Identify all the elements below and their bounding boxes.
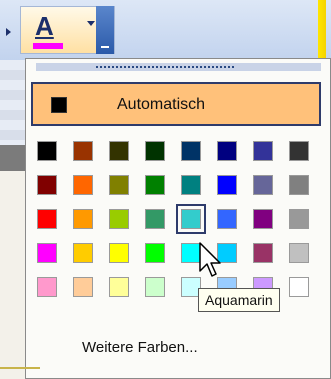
color-swatch[interactable] (181, 141, 201, 161)
color-swatch[interactable] (181, 175, 201, 195)
color-swatch[interactable] (217, 209, 237, 229)
dropdown-arrow-icon[interactable] (87, 21, 95, 26)
grip-dots-icon (96, 66, 236, 68)
toolbar-overflow-button[interactable] (96, 6, 114, 54)
color-swatch[interactable] (289, 141, 309, 161)
color-swatch[interactable] (253, 243, 273, 263)
automatic-swatch (51, 97, 67, 113)
color-tooltip: Aquamarin (198, 288, 280, 312)
color-swatch[interactable] (289, 209, 309, 229)
color-swatch[interactable] (37, 209, 57, 229)
automatic-label: Automatisch (117, 96, 206, 113)
color-swatch[interactable] (176, 204, 206, 234)
decorative-line (0, 367, 40, 369)
font-color-icon[interactable]: A (29, 11, 73, 49)
color-swatch[interactable] (145, 141, 165, 161)
color-swatch[interactable] (37, 141, 57, 161)
color-swatch[interactable] (37, 243, 57, 263)
color-swatch[interactable] (145, 209, 165, 229)
font-color-glyph: A (35, 11, 54, 41)
previous-arrow-icon[interactable] (6, 28, 11, 36)
font-color-bar (33, 43, 63, 49)
toolbar-overflow-icon (101, 38, 109, 48)
color-swatch[interactable] (289, 277, 309, 297)
color-swatch[interactable] (109, 141, 129, 161)
color-picker-popup: Automatisch Weitere Farben... (25, 58, 331, 379)
color-swatch[interactable] (289, 175, 309, 195)
more-colors-button[interactable]: Weitere Farben... (82, 339, 198, 356)
color-swatch[interactable] (109, 175, 129, 195)
color-swatch[interactable] (145, 277, 165, 297)
mouse-pointer-icon (199, 242, 221, 277)
color-swatch[interactable] (37, 175, 57, 195)
side-accent (318, 0, 326, 60)
color-swatch[interactable] (109, 209, 129, 229)
color-swatch[interactable] (73, 209, 93, 229)
color-swatch[interactable] (37, 277, 57, 297)
color-swatch[interactable] (217, 175, 237, 195)
color-swatch[interactable] (73, 277, 93, 297)
color-swatch[interactable] (73, 175, 93, 195)
color-swatch[interactable] (109, 277, 129, 297)
color-swatch[interactable] (217, 141, 237, 161)
color-swatch[interactable] (253, 209, 273, 229)
color-swatch[interactable] (145, 243, 165, 263)
color-swatch[interactable] (289, 243, 309, 263)
automatic-color-button[interactable]: Automatisch (31, 82, 321, 126)
popup-drag-handle[interactable] (36, 63, 321, 71)
color-swatch[interactable] (253, 175, 273, 195)
color-swatch[interactable] (145, 175, 165, 195)
color-swatch[interactable] (253, 141, 273, 161)
color-swatch[interactable] (73, 141, 93, 161)
color-swatch[interactable] (73, 243, 93, 263)
color-swatch[interactable] (109, 243, 129, 263)
